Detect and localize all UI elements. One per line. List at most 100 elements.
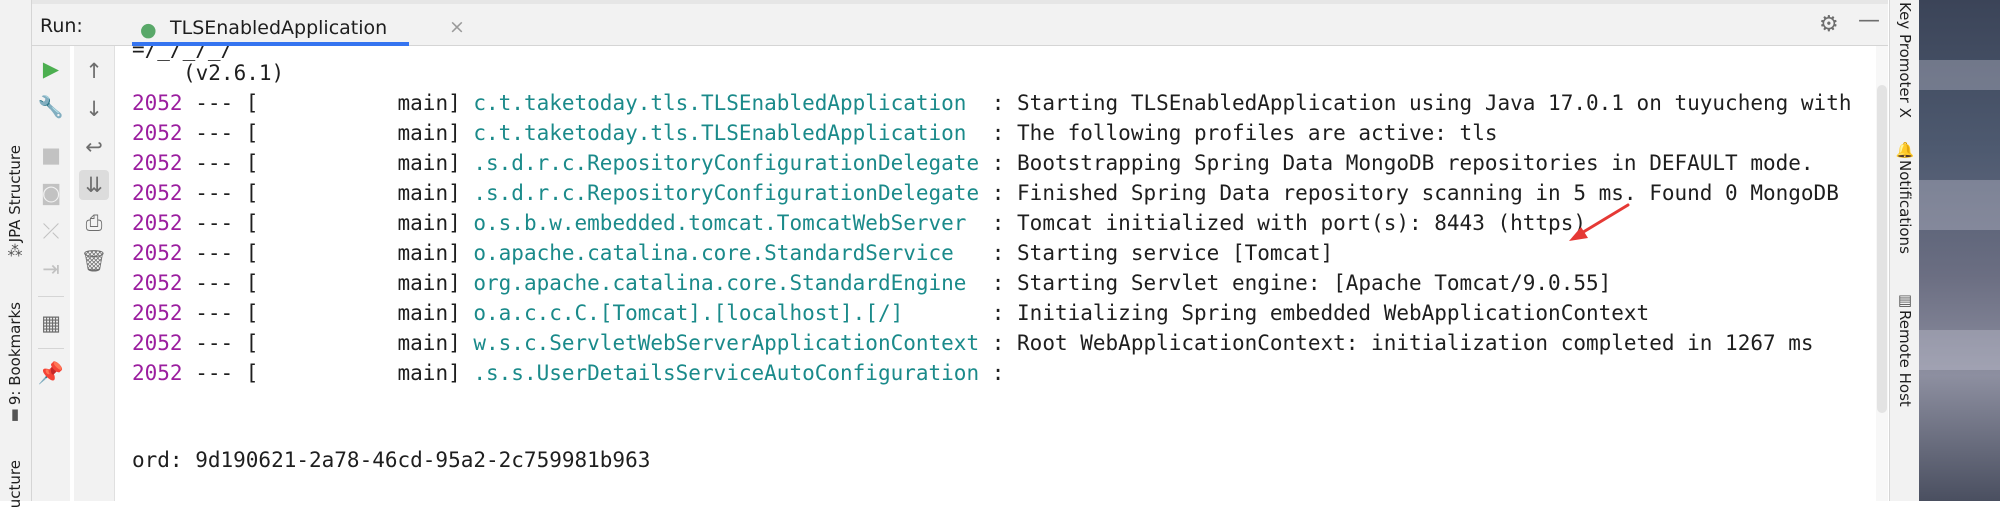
remote-host-tab[interactable]: ▤ Remote Host <box>1893 290 1917 407</box>
annotation-arrow <box>1569 203 1630 241</box>
log-logger: c.t.taketoday.tls.TLSEnabledApplication <box>473 91 980 115</box>
remote-host-icon: ▤ <box>1897 291 1913 309</box>
log-pid: 2052 <box>132 361 183 385</box>
log-message: : Initializing Spring embedded WebApplic… <box>979 301 1650 325</box>
run-toolbar-primary: ▶ 🔧 ■ ◙ ⤫ ⇥ ▦ 📌 <box>32 46 70 501</box>
log-thread: --- [ main] <box>182 271 474 295</box>
login-icon[interactable]: ⇥ <box>36 254 66 284</box>
toolbar-separator <box>38 348 64 349</box>
wallpaper-highlight <box>1919 60 2000 90</box>
log-logger: o.a.c.c.C.[Tomcat].[localhost].[/] <box>473 301 980 325</box>
log-pid: 2052 <box>132 121 183 145</box>
bookmark-icon: ▮ <box>10 405 20 424</box>
log-thread: --- [ main] <box>182 301 474 325</box>
log-logger: .s.d.r.c.RepositoryConfigurationDelegate <box>473 181 980 205</box>
soft-wrap-icon[interactable]: ↩ <box>79 132 109 162</box>
log-pid: 2052 <box>132 331 183 355</box>
notifications-label: Notifications <box>1896 160 1914 254</box>
log-thread: --- [ main] <box>182 151 474 175</box>
minimize-icon[interactable]: — <box>1858 8 1880 33</box>
log-line: 2052 --- [ main] c.t.taketoday.tls.TLSEn… <box>132 88 1851 118</box>
pin-icon[interactable]: 📌 <box>36 358 66 388</box>
desktop-wallpaper <box>1919 0 2000 501</box>
run-toolbar-secondary: ↑ ↓ ↩ ⇊ ⎙ 🗑 <box>74 46 115 501</box>
remote-host-label: Remote Host <box>1896 310 1914 407</box>
log-line: 2052 --- [ main] o.a.c.c.C.[Tomcat].[loc… <box>132 298 1649 328</box>
log-pid: 2052 <box>132 181 183 205</box>
stop-icon[interactable]: ■ <box>36 140 66 170</box>
wrench-icon[interactable]: 🔧 <box>36 92 66 122</box>
spring-version: (v2.6.1) <box>183 61 285 85</box>
camera-icon[interactable]: ◙ <box>36 178 66 208</box>
bookmarks-tab[interactable]: 9: Bookmarks ▮ <box>3 302 27 423</box>
log-message: : The following profiles are active: tls <box>979 121 1498 145</box>
log-thread: --- [ main] <box>182 241 474 265</box>
log-thread: --- [ main] <box>182 211 474 235</box>
log-message: : Bootstrapping Spring Data MongoDB repo… <box>979 151 1814 175</box>
generated-password-line: ord: 9d190621-2a78-46cd-95a2-2c759981b96… <box>132 448 651 472</box>
log-thread: --- [ main] <box>182 181 474 205</box>
right-tool-window-strip: Key Promoter X 🔔 Notifications ▤ Remote … <box>1889 0 1920 501</box>
gear-icon[interactable]: ⚙ <box>1819 12 1839 37</box>
log-logger: .s.d.r.c.RepositoryConfigurationDelegate <box>473 151 980 175</box>
log-message: : Finished Spring Data repository scanni… <box>979 181 1839 205</box>
print-icon[interactable]: ⎙ <box>79 208 109 238</box>
log-line: 2052 --- [ main] .s.s.UserDetailsService… <box>132 358 1004 388</box>
log-pid: 2052 <box>132 241 183 265</box>
log-line: 2052 --- [ main] .s.d.r.c.RepositoryConf… <box>132 148 1814 178</box>
log-thread: --- [ main] <box>182 91 474 115</box>
log-line: 2052 --- [ main] o.apache.catalina.core.… <box>132 238 1333 268</box>
jpa-structure-tab[interactable]: JPA Structure ⁂ <box>3 145 27 260</box>
log-pid: 2052 <box>132 91 183 115</box>
log-message: : Starting service [Tomcat] <box>979 241 1334 265</box>
exit-icon[interactable]: ⤫ <box>36 216 66 246</box>
log-pid: 2052 <box>132 211 183 235</box>
log-message: : Starting TLSEnabledApplication using J… <box>979 91 1852 115</box>
top-edge <box>32 0 1888 4</box>
run-configuration-tab[interactable]: ● TLSEnabledApplication × <box>132 8 465 46</box>
log-logger: o.apache.catalina.core.StandardService <box>473 241 980 265</box>
log-pid: 2052 <box>132 151 183 175</box>
console-scrollbar-thumb[interactable] <box>1877 85 1887 413</box>
jpa-structure-label: JPA Structure <box>6 145 24 243</box>
scroll-to-end-icon[interactable]: ⇊ <box>79 170 109 200</box>
wallpaper-highlight <box>1919 180 2000 230</box>
notifications-tab[interactable]: 🔔 Notifications <box>1893 140 1917 254</box>
left-tool-window-strip: JPA Structure ⁂ 9: Bookmarks ▮ ucture <box>0 0 32 508</box>
console-output[interactable]: =/_/_/_/ (v2.6.1) 2052 --- [ main] c.t.t… <box>115 46 1888 501</box>
layout-icon[interactable]: ▦ <box>36 308 66 338</box>
run-label: Run: <box>40 15 83 37</box>
log-line: 2052 --- [ main] o.s.b.w.embedded.tomcat… <box>132 208 1586 238</box>
up-arrow-icon[interactable]: ↑ <box>79 56 109 86</box>
log-line: 2052 --- [ main] c.t.taketoday.tls.TLSEn… <box>132 118 1497 148</box>
log-message: : Tomcat initialized with port(s): 8443 … <box>979 211 1586 235</box>
key-promoter-tab[interactable]: Key Promoter X <box>1893 2 1917 118</box>
log-logger: o.s.b.w.embedded.tomcat.TomcatWebServer <box>473 211 980 235</box>
log-thread: --- [ main] <box>182 361 474 385</box>
jpa-structure-icon: ⁂ <box>7 242 23 261</box>
close-tab-icon[interactable]: × <box>449 16 465 38</box>
log-pid: 2052 <box>132 301 183 325</box>
log-thread: --- [ main] <box>182 121 474 145</box>
log-logger: org.apache.catalina.core.StandardEngine <box>473 271 980 295</box>
log-message: : Root WebApplicationContext: initializa… <box>979 331 1814 355</box>
run-tool-window-header: Run: ● TLSEnabledApplication × ⚙ — <box>32 0 1888 46</box>
rerun-icon[interactable]: ▶ <box>36 54 66 84</box>
log-line: 2052 --- [ main] w.s.c.ServletWebServerA… <box>132 328 1814 358</box>
log-thread: --- [ main] <box>182 331 474 355</box>
log-message: : Starting Servlet engine: [Apache Tomca… <box>979 271 1612 295</box>
toolbar-separator <box>38 296 64 297</box>
bookmarks-label: 9: Bookmarks <box>6 302 24 406</box>
log-logger: c.t.taketoday.tls.TLSEnabledApplication <box>473 121 980 145</box>
log-logger: w.s.c.ServletWebServerApplicationContext <box>473 331 980 355</box>
log-logger: .s.s.UserDetailsServiceAutoConfiguration <box>473 361 980 385</box>
spring-boot-icon: ● <box>140 19 157 41</box>
trash-icon[interactable]: 🗑 <box>79 246 109 276</box>
log-line: 2052 --- [ main] org.apache.catalina.cor… <box>132 268 1611 298</box>
key-promoter-label: Key Promoter X <box>1896 2 1914 118</box>
wallpaper-highlight <box>1919 330 2000 370</box>
log-message: : <box>979 361 1005 385</box>
log-pid: 2052 <box>132 271 183 295</box>
down-arrow-icon[interactable]: ↓ <box>79 94 109 124</box>
run-tab-title: TLSEnabledApplication <box>170 17 388 39</box>
